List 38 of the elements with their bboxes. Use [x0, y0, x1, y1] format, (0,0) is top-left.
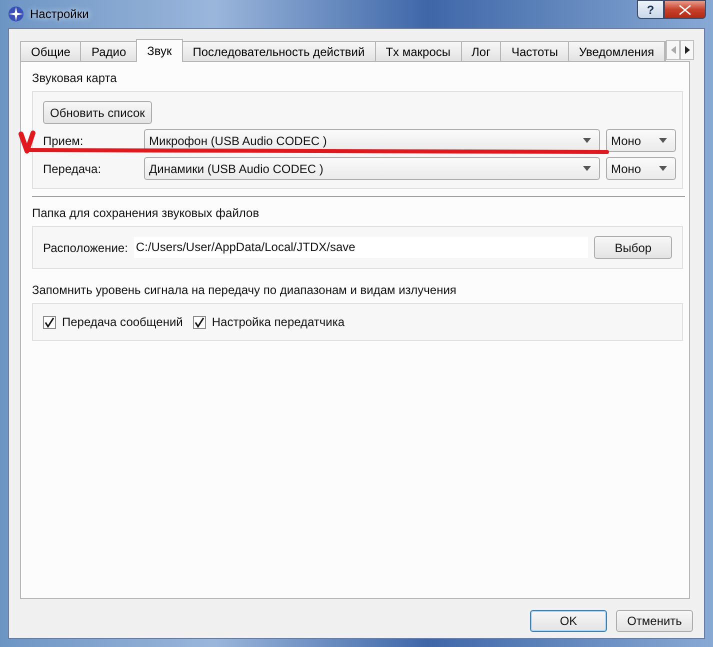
close-icon [679, 4, 691, 14]
tab[interactable]: Частоты [500, 41, 570, 61]
field-label: Прием: [43, 134, 84, 148]
checkbox[interactable] [192, 316, 206, 328]
section-title: Папка для сохранения звуковых файлов [32, 205, 260, 222]
tab[interactable]: Звук [136, 39, 183, 62]
compass-icon [8, 6, 24, 22]
section-title: Запомнить уровень сигнала на передачу по диапазонам и видам излучения [32, 282, 458, 299]
dialog-button[interactable]: OK [530, 610, 607, 632]
tab[interactable]: Общие [20, 41, 82, 61]
checkbox-label: Настройка передатчика [212, 315, 345, 329]
window-title: Настройки [30, 7, 89, 21]
left-arrow-icon [670, 46, 676, 54]
close-button[interactable] [664, 0, 706, 19]
device-dropdown[interactable]: Динамики (USB Audio CODEC ) [144, 157, 600, 180]
path-field[interactable]: C:/Users/User/AppData/Local/JTDX/save [134, 237, 588, 258]
checkbox-label: Передача сообщений [62, 315, 183, 329]
field-label: Передача: [43, 162, 102, 176]
dialog-button[interactable]: Отменить [616, 610, 693, 632]
caret-icon [583, 138, 591, 143]
tab[interactable]: Радио [80, 41, 138, 61]
field-label: Расположение: [43, 240, 128, 254]
checkbox[interactable] [43, 316, 56, 328]
caret-icon [583, 166, 591, 171]
help-button[interactable]: ? [637, 0, 664, 19]
browse-button[interactable]: Выбор [594, 236, 672, 259]
tab[interactable]: Уведомления [568, 41, 666, 61]
channel-dropdown[interactable]: Моно [606, 129, 676, 152]
refresh-button[interactable]: Обновить список [43, 101, 152, 124]
caret-icon [659, 166, 667, 171]
channel-dropdown[interactable]: Моно [606, 157, 676, 180]
scroll-right-button[interactable] [680, 40, 694, 60]
right-arrow-icon [684, 46, 690, 54]
caret-icon [659, 138, 667, 143]
tab[interactable]: Последовательность действий [182, 41, 376, 61]
tab[interactable]: Лог [460, 41, 502, 61]
tab[interactable]: Tx макросы [374, 41, 462, 61]
section-title: Звуковая карта [32, 70, 118, 87]
